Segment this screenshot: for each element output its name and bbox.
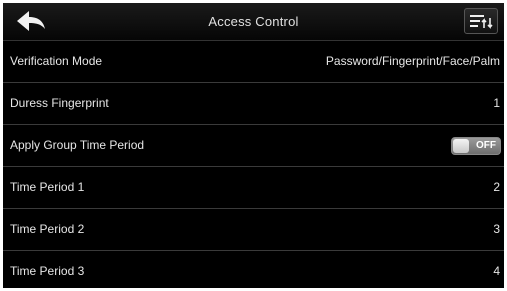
row-label: Time Period 1 <box>10 180 85 194</box>
row-label: Time Period 2 <box>10 222 85 236</box>
verification-mode-row[interactable]: Verification Mode Password/Fingerprint/F… <box>3 41 504 83</box>
apply-group-time-period-row: Apply Group Time Period OFF <box>3 125 504 167</box>
apply-group-time-period-toggle[interactable]: OFF <box>451 137 501 155</box>
toggle-knob <box>453 139 469 153</box>
duress-fingerprint-row[interactable]: Duress Fingerprint 1 <box>3 83 504 125</box>
row-label: Time Period 3 <box>10 264 85 278</box>
sort-menu-button[interactable] <box>464 8 498 34</box>
page-title: Access Control <box>208 14 299 29</box>
row-label: Duress Fingerprint <box>10 96 109 110</box>
row-value: 3 <box>493 222 500 236</box>
row-value: Password/Fingerprint/Face/Palm <box>325 54 500 68</box>
access-control-screen: Access Control Verification Mode Passwor… <box>3 3 504 288</box>
row-value: 2 <box>493 180 500 194</box>
row-value: 4 <box>493 264 500 278</box>
time-period-3-row[interactable]: Time Period 3 4 <box>3 251 504 288</box>
time-period-1-row[interactable]: Time Period 1 2 <box>3 167 504 209</box>
row-value: 1 <box>493 96 500 110</box>
toggle-state-label: OFF <box>476 140 496 151</box>
settings-list: Verification Mode Password/Fingerprint/F… <box>3 41 504 288</box>
row-label: Verification Mode <box>10 54 103 68</box>
row-label: Apply Group Time Period <box>10 138 145 152</box>
sort-menu-icon <box>470 15 493 29</box>
header-bar: Access Control <box>3 3 504 41</box>
time-period-2-row[interactable]: Time Period 2 3 <box>3 209 504 251</box>
